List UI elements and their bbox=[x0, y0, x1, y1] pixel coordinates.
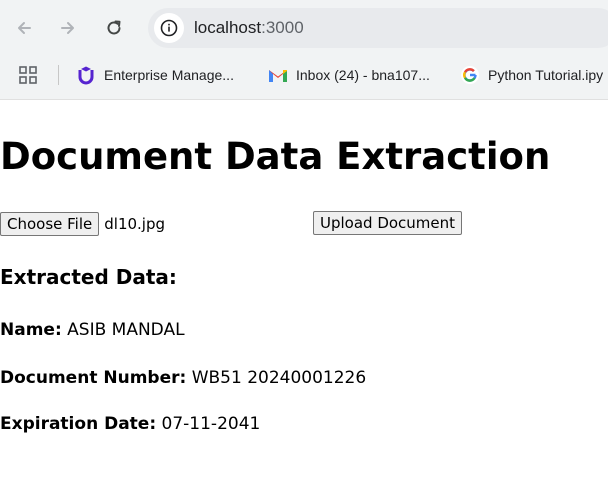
udemy-icon bbox=[76, 65, 96, 85]
browser-chrome: localhost:3000 Enterprise Manage... Inbo… bbox=[0, 0, 608, 100]
forward-button[interactable] bbox=[52, 12, 84, 44]
extracted-data-heading: Extracted Data: bbox=[0, 265, 177, 289]
bookmark-inbox[interactable]: Inbox (24) - bna107... bbox=[268, 63, 430, 87]
bookmark-label: Enterprise Manage... bbox=[104, 67, 234, 83]
gmail-icon bbox=[268, 65, 288, 85]
document-number-label: Document Number: bbox=[0, 368, 187, 388]
info-icon bbox=[160, 19, 178, 37]
bookmarks-bar: Enterprise Manage... Inbox (24) - bna107… bbox=[0, 58, 608, 92]
bookmarks-divider bbox=[58, 65, 59, 85]
url-port: :3000 bbox=[261, 18, 304, 37]
expiration-date-label: Expiration Date: bbox=[0, 414, 157, 434]
expiration-date-value: 07-11-2041 bbox=[161, 414, 261, 434]
arrow-left-icon bbox=[18, 22, 31, 34]
url-host: localhost bbox=[194, 18, 262, 37]
selected-file-name: dl10.jpg bbox=[104, 215, 166, 233]
bookmark-label: Inbox (24) - bna107... bbox=[296, 67, 430, 83]
expiration-date-field: Expiration Date: 07-11-2041 bbox=[0, 413, 260, 435]
apps-grid-icon[interactable] bbox=[19, 66, 37, 84]
google-icon bbox=[460, 65, 480, 85]
address-bar[interactable]: localhost:3000 bbox=[148, 8, 608, 48]
bookmark-label: Python Tutorial.ipy bbox=[488, 67, 604, 83]
name-field: Name: ASIB MANDAL bbox=[0, 319, 185, 341]
name-value: ASIB MANDAL bbox=[67, 320, 185, 340]
back-button[interactable] bbox=[8, 12, 40, 44]
arrow-right-icon bbox=[61, 22, 74, 34]
bookmark-python-tutorial[interactable]: Python Tutorial.ipy bbox=[460, 63, 603, 87]
site-info-button[interactable] bbox=[154, 13, 184, 43]
page-content: Document Data Extraction Choose File dl1… bbox=[0, 100, 608, 490]
choose-file-button[interactable]: Choose File bbox=[0, 212, 100, 236]
reload-icon bbox=[107, 20, 121, 35]
page-title: Document Data Extraction bbox=[0, 135, 551, 178]
bookmark-enterprise-manage[interactable]: Enterprise Manage... bbox=[76, 63, 234, 87]
name-label: Name: bbox=[0, 320, 62, 340]
document-number-value: WB51 20240001226 bbox=[191, 368, 367, 388]
upload-document-button[interactable]: Upload Document bbox=[313, 211, 463, 235]
file-input[interactable]: Choose File dl10.jpg bbox=[0, 211, 165, 237]
url-text[interactable]: localhost:3000 bbox=[194, 18, 304, 38]
document-number-field: Document Number: WB51 20240001226 bbox=[0, 367, 366, 389]
reload-button[interactable] bbox=[98, 12, 130, 44]
